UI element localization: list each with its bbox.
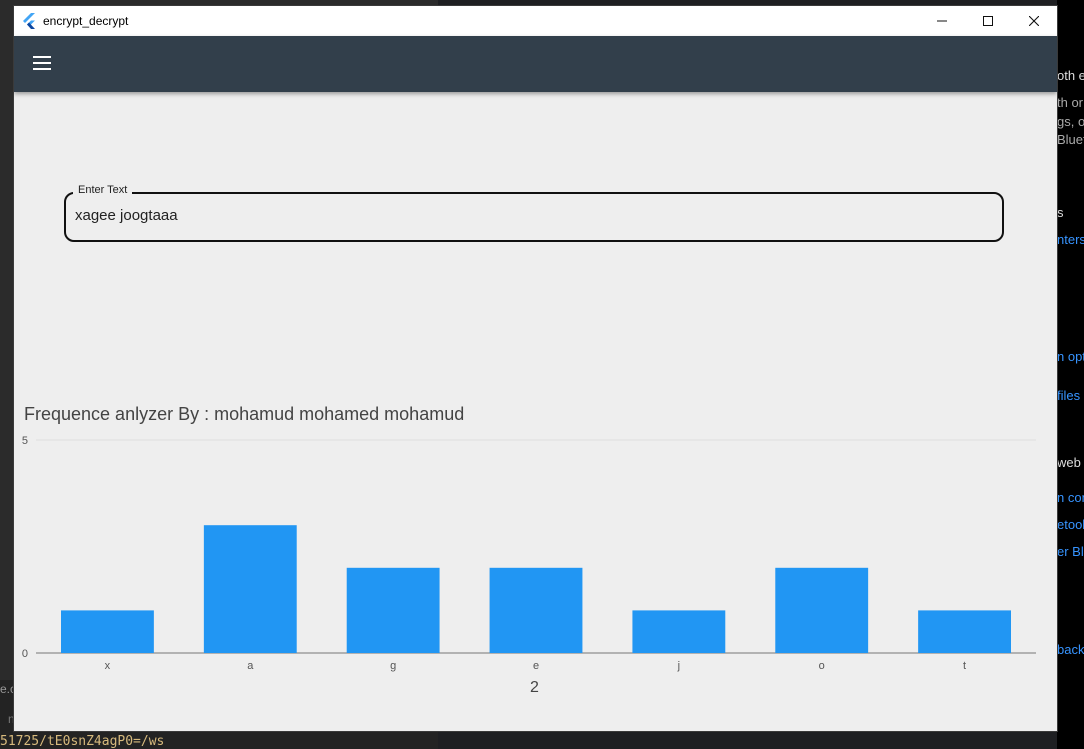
chart-bar: [489, 567, 583, 653]
maximize-button[interactable]: [965, 6, 1011, 36]
background-text-fragment: n con: [1057, 490, 1084, 505]
x-tick-label: e: [533, 660, 539, 672]
close-button[interactable]: [1011, 6, 1057, 36]
terminal-output: 51725/tE0snZ4agP0=/ws: [0, 734, 165, 749]
text-input-field[interactable]: Enter Text: [64, 184, 1004, 242]
x-tick-label: g: [390, 660, 396, 672]
window-title: encrypt_decrypt: [43, 14, 129, 28]
background-text-fragment: s: [1057, 205, 1064, 220]
flutter-logo-icon: [23, 13, 35, 29]
chart-bar: [346, 567, 440, 653]
chart-bar: [61, 610, 154, 653]
frequency-bar-chart: 0 5 x a g e j o t: [22, 435, 1036, 672]
x-tick-label: o: [819, 660, 825, 672]
background-text-fragment: nters: [1057, 232, 1084, 247]
background-text-fragment: back: [1057, 642, 1084, 657]
minimize-icon: [937, 20, 947, 22]
y-tick-label: 0: [22, 648, 28, 660]
hamburger-menu-icon[interactable]: [33, 56, 51, 70]
x-tick-label: t: [963, 660, 966, 672]
background-text-fragment: etool: [1057, 517, 1084, 532]
x-tick-label: j: [677, 660, 680, 672]
background-text-fragment: oth e: [1057, 68, 1084, 83]
chart-bar: [775, 567, 869, 653]
background-text-fragment: th or: [1057, 95, 1084, 110]
text-input-label: Enter Text: [73, 184, 133, 196]
background-text-fragment: er Bl: [1057, 544, 1084, 559]
y-tick-label: 5: [22, 435, 28, 447]
chart-bar: [203, 525, 297, 653]
window-titlebar[interactable]: encrypt_decrypt: [14, 6, 1057, 36]
maximize-icon: [983, 16, 993, 26]
x-tick-label: a: [247, 660, 254, 672]
close-icon: [1029, 16, 1039, 26]
background-text-fragment: Blueto: [1057, 132, 1084, 147]
background-text-fragment: n opti: [1057, 349, 1084, 364]
background-browser-panel: oth e th or gs, op Blueto s nters n opti files w…: [1057, 0, 1084, 749]
minimize-button[interactable]: [919, 6, 965, 36]
background-text-fragment: gs, op: [1057, 114, 1084, 129]
app-window: encrypt_decrypt Enter Text Frequence anl…: [14, 6, 1057, 731]
chart-title: Frequence anlyzer By : mohamud mohamed m…: [24, 404, 465, 424]
text-input[interactable]: [75, 207, 975, 224]
background-text-fragment: web: [1057, 455, 1081, 470]
background-text-fragment: files: [1057, 388, 1081, 403]
x-tick-label: x: [105, 660, 111, 672]
chart-bar: [632, 610, 726, 653]
page-number: 2: [530, 679, 539, 696]
chart-bar: [918, 610, 1011, 653]
app-bar: [14, 36, 1057, 92]
